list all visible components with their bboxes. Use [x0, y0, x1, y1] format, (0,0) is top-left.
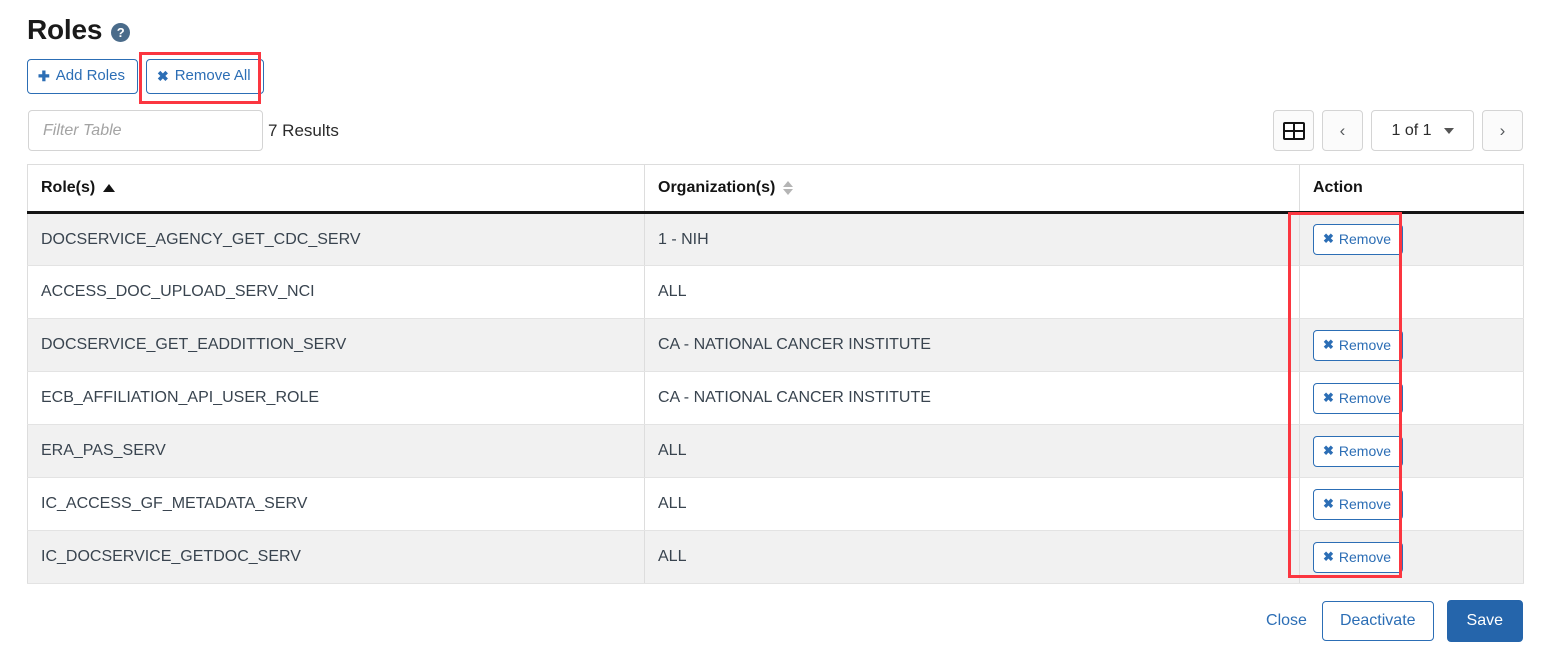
remove-button-label: Remove [1338, 231, 1392, 247]
cell-action: ✖ Remove [1299, 318, 1524, 372]
sort-ascending-icon [103, 184, 116, 192]
chevron-right-icon: › [1499, 121, 1506, 140]
x-mark-icon: ✖ [156, 68, 169, 84]
next-page-button[interactable]: › [1482, 110, 1523, 151]
cell-action: ✖ Remove [1299, 212, 1524, 266]
table-row: IC_DOCSERVICE_GETDOC_SERV ALL ✖ Remove [27, 530, 1524, 584]
cell-organization: ALL [644, 265, 1300, 319]
remove-button[interactable]: ✖ Remove [1313, 435, 1404, 467]
page-select[interactable]: 1 of 1 [1371, 110, 1474, 151]
cell-organization: CA - NATIONAL CANCER INSTITUTE [644, 371, 1300, 425]
cell-role: ERA_PAS_SERV [27, 424, 645, 478]
chevron-down-icon [1443, 127, 1454, 134]
column-header-organizations[interactable]: Organization(s) [644, 164, 1300, 214]
dialog-footer: Close Deactivate Save [1264, 600, 1523, 642]
table-row: DOCSERVICE_AGENCY_GET_CDC_SERV 1 - NIH ✖ Re… [27, 212, 1524, 266]
cell-action: ✖ Remove [1299, 371, 1524, 425]
plus-icon: ✚ [38, 68, 50, 84]
remove-button-label: Remove [1338, 389, 1392, 406]
remove-button[interactable]: ✖ Remove [1313, 224, 1404, 255]
remove-button-label: Remove [1338, 336, 1392, 353]
table-header-row: Role(s) Organization(s) Action [27, 164, 1524, 214]
cell-organization: ALL [644, 424, 1300, 478]
previous-page-button[interactable]: ‹ [1322, 110, 1363, 151]
roles-table: Role(s) Organization(s) Action DOCSERVIC… [27, 164, 1524, 584]
remove-button-label: Remove [1338, 442, 1392, 459]
grid-view-icon [1282, 121, 1305, 140]
question-circle-icon[interactable]: ? [111, 23, 131, 42]
table-row: ACCESS_DOC_UPLOAD_SERV_NCI ALL [27, 265, 1524, 319]
x-mark-icon: ✖ [1323, 336, 1334, 352]
x-mark-icon: ✖ [1323, 389, 1334, 405]
remove-button[interactable]: ✖ Remove [1313, 329, 1404, 361]
remove-button-label: Remove [1338, 548, 1392, 565]
cell-action [1299, 265, 1524, 319]
remove-all-label: Remove All [174, 67, 251, 84]
table-body: DOCSERVICE_AGENCY_GET_CDC_SERV 1 - NIH ✖ Re… [27, 212, 1524, 584]
remove-button[interactable]: ✖ Remove [1313, 541, 1404, 573]
table-row: IC_ACCESS_GF_METADATA_SERV ALL ✖ Remove [27, 477, 1524, 531]
column-header-roles[interactable]: Role(s) [27, 164, 645, 214]
add-roles-button[interactable]: ✚ Add Roles [27, 59, 138, 94]
cell-action: ✖ Remove [1299, 530, 1524, 584]
deactivate-button[interactable]: Deactivate [1321, 601, 1434, 641]
x-mark-icon: ✖ [1323, 231, 1334, 246]
cell-action: ✖ Remove [1299, 424, 1524, 478]
pagination-controls: ‹ 1 of 1 › [1273, 110, 1523, 151]
save-button[interactable]: Save [1446, 600, 1523, 642]
column-header-action: Action [1299, 164, 1524, 214]
chevron-left-icon: ‹ [1339, 121, 1346, 140]
remove-button[interactable]: ✖ Remove [1313, 488, 1404, 520]
page-title: Roles [27, 14, 103, 45]
table-row: ERA_PAS_SERV ALL ✖ Remove [27, 424, 1524, 478]
cell-role: DOCSERVICE_GET_EADDITTION_SERV [27, 318, 645, 372]
x-mark-icon: ✖ [1323, 495, 1334, 511]
close-button[interactable]: Close [1264, 606, 1309, 636]
cell-organization: CA - NATIONAL CANCER INSTITUTE [644, 318, 1300, 372]
remove-button-label: Remove [1338, 495, 1392, 512]
sort-unsorted-icon [783, 181, 794, 195]
roles-table-container: Role(s) Organization(s) Action DOCSERVIC… [27, 164, 1524, 584]
remove-button[interactable]: ✖ Remove [1313, 382, 1404, 414]
cell-role: DOCSERVICE_AGENCY_GET_CDC_SERV [27, 212, 645, 266]
cell-role: IC_DOCSERVICE_GETDOC_SERV [27, 530, 645, 584]
column-header-organizations-label: Organization(s) [658, 179, 776, 196]
cell-role: ECB_AFFILIATION_API_USER_ROLE [27, 371, 645, 425]
column-header-action-label: Action [1313, 179, 1363, 196]
cell-role: IC_ACCESS_GF_METADATA_SERV [27, 477, 645, 531]
cell-organization: ALL [644, 530, 1300, 584]
table-head: Role(s) Organization(s) Action [27, 164, 1524, 214]
add-roles-label: Add Roles [55, 67, 125, 84]
grid-view-toggle-button[interactable] [1273, 110, 1314, 151]
filter-table-input[interactable] [28, 110, 263, 151]
cell-action: ✖ Remove [1299, 477, 1524, 531]
table-row: ECB_AFFILIATION_API_USER_ROLE CA - NATION… [27, 371, 1524, 425]
x-mark-icon: ✖ [1323, 442, 1334, 458]
cell-organization: 1 - NIH [644, 212, 1300, 266]
remove-all-button[interactable]: ✖ Remove All [145, 59, 264, 94]
table-row: DOCSERVICE_GET_EADDITTION_SERV CA - NATIO… [27, 318, 1524, 372]
results-count: 7 Results [268, 121, 339, 140]
cell-role: ACCESS_DOC_UPLOAD_SERV_NCI [27, 265, 645, 319]
x-mark-icon: ✖ [1323, 548, 1334, 564]
roles-panel: Roles ? ✚ Add Roles ✖ Remove All 7 Resul… [0, 0, 1548, 660]
cell-organization: ALL [644, 477, 1300, 531]
column-header-roles-label: Role(s) [41, 179, 96, 196]
roles-toolbar: ✚ Add Roles ✖ Remove All [27, 59, 264, 94]
page-header: Roles ? [27, 14, 131, 46]
page-select-label: 1 of 1 [1391, 121, 1432, 139]
